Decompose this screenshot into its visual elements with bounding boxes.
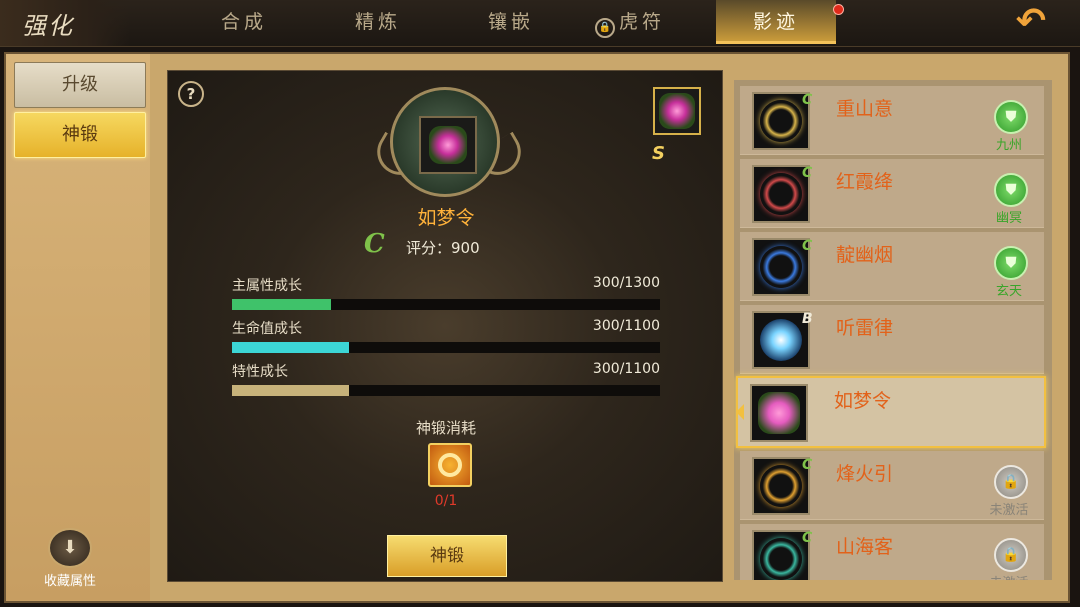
item-name: 如梦令 xyxy=(417,207,475,229)
stat-trait-growth: 特性成长 300/1100 xyxy=(232,361,660,396)
item-slot xyxy=(419,116,477,174)
sidebar-item-divine-forge[interactable]: 神锻 xyxy=(14,112,146,158)
cost-label: 神锻消耗 xyxy=(415,419,476,437)
forge-button[interactable]: 神锻 xyxy=(387,535,507,577)
shirt-icon: ⛊ xyxy=(994,246,1028,280)
item-name: 靛幽烟 xyxy=(836,244,894,266)
grade-tag: C xyxy=(802,457,813,473)
title-badge: 强化 xyxy=(0,0,130,46)
item-name: 听雷律 xyxy=(836,317,894,339)
item-slot: C xyxy=(752,457,813,515)
page-title: 强化 xyxy=(22,12,74,40)
tab-compose[interactable]: 合成 xyxy=(184,0,304,44)
list-item[interactable]: C 重山意 ⛊ 九州 xyxy=(740,86,1044,155)
list-item[interactable]: B 听雷律 xyxy=(740,305,1044,374)
item-detail-panel: ? S 如梦令 C 评分：900 主属性成长 300/1300 生命值成长 30… xyxy=(167,70,723,582)
mini-grade-label: S xyxy=(652,143,665,164)
progress-bar xyxy=(232,385,660,396)
collect-attributes-button[interactable]: ⬇ 收藏属性 xyxy=(40,528,100,589)
top-bar: 强化 合成 精炼 镶嵌 🔒 虎符 影迹 ↶ xyxy=(0,0,1080,47)
notification-dot xyxy=(833,4,844,15)
back-arrow-icon[interactable]: ↶ xyxy=(1004,2,1058,42)
list-item[interactable]: C 红霞绛 ⛊ 幽冥 xyxy=(740,159,1044,228)
progress-bar xyxy=(232,299,660,310)
item-slot: B xyxy=(752,311,813,369)
status-label: 九州 xyxy=(995,138,1022,153)
collect-icon: ⬇ xyxy=(48,528,92,568)
progress-fill xyxy=(232,342,349,353)
status-label: 玄天 xyxy=(995,284,1022,299)
tab-shadow-trace[interactable]: 影迹 xyxy=(716,0,836,44)
help-icon[interactable]: ? xyxy=(178,81,204,107)
tab-refine[interactable]: 精炼 xyxy=(318,0,438,44)
lock-icon: 🔒 xyxy=(994,538,1028,572)
lock-icon: 🔒 xyxy=(994,465,1028,499)
item-slot: C xyxy=(752,165,813,223)
list-item[interactable]: 如梦令 xyxy=(736,376,1046,448)
progress-bar xyxy=(232,342,660,353)
cost-count: 0/1 xyxy=(434,493,458,509)
item-name: 山海客 xyxy=(836,536,894,558)
grade-tag: C xyxy=(802,238,813,254)
sidebar-item-upgrade[interactable]: 升级 xyxy=(14,62,146,108)
mini-item-slot[interactable] xyxy=(653,87,701,135)
item-slot: C xyxy=(752,92,813,150)
item-name: 红霞绛 xyxy=(836,171,894,193)
lightning-orb-icon xyxy=(760,319,802,361)
fire-swirl-icon xyxy=(760,465,802,507)
sidebar: 升级 神锻 xyxy=(6,54,150,601)
progress-fill xyxy=(232,299,331,310)
status-label: 幽冥 xyxy=(995,211,1022,226)
cost-material-slot[interactable] xyxy=(428,443,472,487)
item-name: 烽火引 xyxy=(836,463,894,485)
red-ring-swirl-icon xyxy=(760,173,802,215)
tab-inlay[interactable]: 镶嵌 xyxy=(451,0,571,44)
item-name: 如梦令 xyxy=(834,390,892,412)
list-item[interactable]: C 烽火引 🔒 未激活 xyxy=(740,451,1044,520)
status-label: 未激活 xyxy=(989,503,1029,518)
stat-hp-growth: 生命值成长 300/1100 xyxy=(232,318,660,353)
grade-label: C xyxy=(364,229,385,259)
jade-swirl-icon xyxy=(760,538,802,580)
item-orb xyxy=(390,87,500,197)
lock-icon: 🔒 xyxy=(594,18,615,38)
item-slot: C xyxy=(752,238,813,296)
item-name: 重山意 xyxy=(836,98,894,120)
item-list: C 重山意 ⛊ 九州 C 红霞绛 ⛊ 幽冥 C 靛幽烟 ⛊ 玄天 B 听雷律 如梦令 C 烽火引 🔒 未激活 C 山海客… xyxy=(734,80,1052,580)
pink-flower-icon xyxy=(659,93,695,129)
shirt-icon: ⛊ xyxy=(994,173,1028,207)
shirt-icon: ⛊ xyxy=(994,100,1028,134)
tab-tiger-tally[interactable]: 🔒 虎符 xyxy=(570,0,690,44)
selection-arrow-icon xyxy=(736,404,744,420)
score-text: 评分：900 xyxy=(406,239,480,257)
status-label: 未激活 xyxy=(980,572,1038,580)
item-slot: C xyxy=(752,530,813,580)
grade-tag: C xyxy=(802,92,813,108)
list-item[interactable]: C 靛幽烟 ⛊ 玄天 xyxy=(740,232,1044,301)
grade-tag: C xyxy=(802,530,813,546)
gold-ring-icon xyxy=(438,453,462,477)
grade-tag: C xyxy=(802,165,813,181)
blue-ring-swirl-icon xyxy=(760,246,802,288)
pink-flower-icon xyxy=(758,392,800,434)
item-slot xyxy=(750,384,808,442)
gold-ring-swirl-icon xyxy=(760,100,802,142)
grade-tag: B xyxy=(802,311,813,327)
stat-main-growth: 主属性成长 300/1300 xyxy=(232,275,660,310)
pink-flower-icon xyxy=(429,126,467,164)
list-item[interactable]: C 山海客 🔒未激活 xyxy=(740,524,1044,580)
progress-fill xyxy=(232,385,349,396)
